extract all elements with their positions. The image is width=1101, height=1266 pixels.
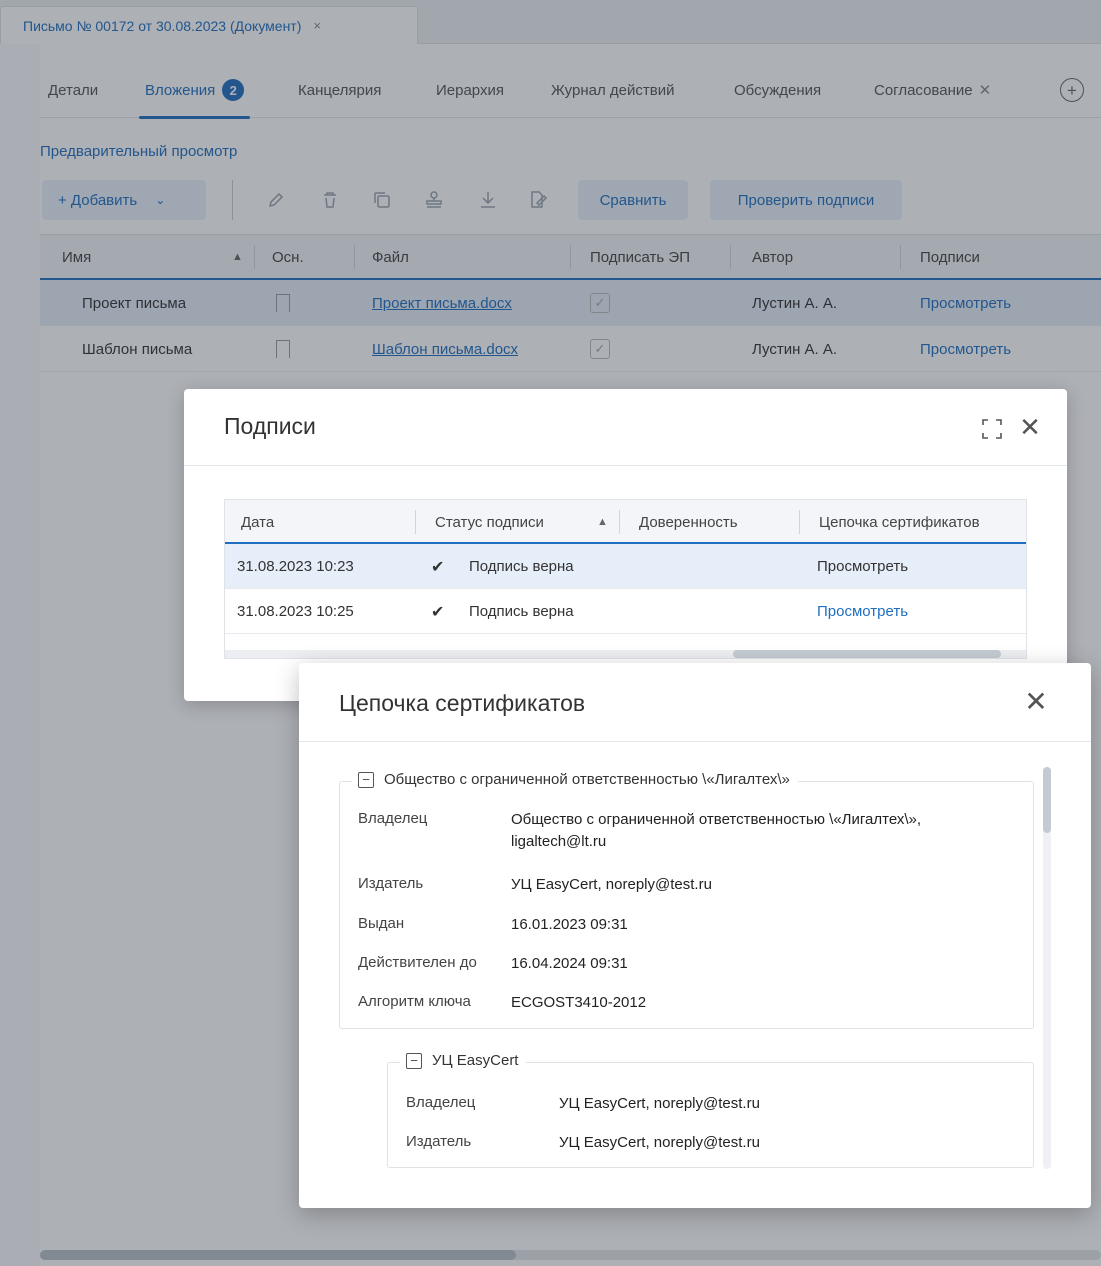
certificate-group-title[interactable]: − Общество с ограниченной ответственност…: [352, 771, 798, 788]
check-icon: ✔: [431, 603, 445, 621]
close-icon[interactable]: ✕: [1018, 414, 1042, 440]
field-owner: Владелец Общество с ограниченной ответст…: [358, 810, 922, 850]
certificate-group: − УЦ EasyCert Владелец УЦ EasyCert, nore…: [387, 1052, 1034, 1168]
expand-icon[interactable]: [980, 417, 1004, 441]
check-icon: ✔: [431, 558, 445, 576]
signatures-modal: Подписи ✕ Дата Статус подписи ▲ Доверенн…: [184, 389, 1067, 701]
horizontal-scrollbar[interactable]: [225, 650, 1026, 658]
signature-date: 31.08.2023 10:25: [237, 603, 354, 620]
signatures-table: Дата Статус подписи ▲ Доверенность Цепоч…: [224, 499, 1027, 659]
modal-divider: [299, 741, 1091, 742]
vertical-scrollbar[interactable]: [1043, 767, 1051, 1169]
column-header-date[interactable]: Дата: [241, 500, 274, 544]
table-row[interactable]: 31.08.2023 10:23 ✔ Подпись верна Просмот…: [225, 544, 1026, 589]
certificate-chain-title: Цепочка сертификатов: [339, 690, 586, 716]
column-header-chain[interactable]: Цепочка сертификатов: [819, 500, 980, 544]
certificate-group: − Общество с ограниченной ответственност…: [339, 771, 1034, 1029]
signature-status: Подпись верна: [469, 558, 574, 575]
column-divider: [619, 510, 620, 534]
scrollbar-thumb[interactable]: [1043, 767, 1051, 833]
view-chain-link[interactable]: Просмотреть: [817, 544, 908, 589]
view-chain-link[interactable]: Просмотреть: [817, 589, 908, 634]
sort-asc-icon[interactable]: ▲: [597, 500, 608, 544]
column-divider: [799, 510, 800, 534]
signature-status: Подпись верна: [469, 603, 574, 620]
close-icon[interactable]: ✕: [1023, 688, 1049, 716]
signatures-modal-title: Подписи: [224, 413, 316, 439]
table-row[interactable]: 31.08.2023 10:25 ✔ Подпись верна Просмот…: [225, 589, 1026, 634]
modal-divider: [184, 465, 1067, 466]
column-header-proxy[interactable]: Доверенность: [639, 500, 738, 544]
collapse-icon[interactable]: −: [406, 1052, 422, 1069]
signature-date: 31.08.2023 10:23: [237, 558, 354, 575]
collapse-icon[interactable]: −: [358, 771, 374, 788]
certificate-chain-body: − Общество с ограниченной ответственност…: [339, 767, 1039, 1168]
table-header: Дата Статус подписи ▲ Доверенность Цепоч…: [225, 500, 1026, 544]
scrollbar-thumb[interactable]: [733, 650, 1001, 658]
certificate-chain-modal: Цепочка сертификатов ✕ − Общество с огра…: [299, 663, 1091, 1208]
certificate-group-title[interactable]: − УЦ EasyCert: [400, 1052, 527, 1069]
column-header-status[interactable]: Статус подписи: [435, 500, 544, 544]
column-divider: [415, 510, 416, 534]
